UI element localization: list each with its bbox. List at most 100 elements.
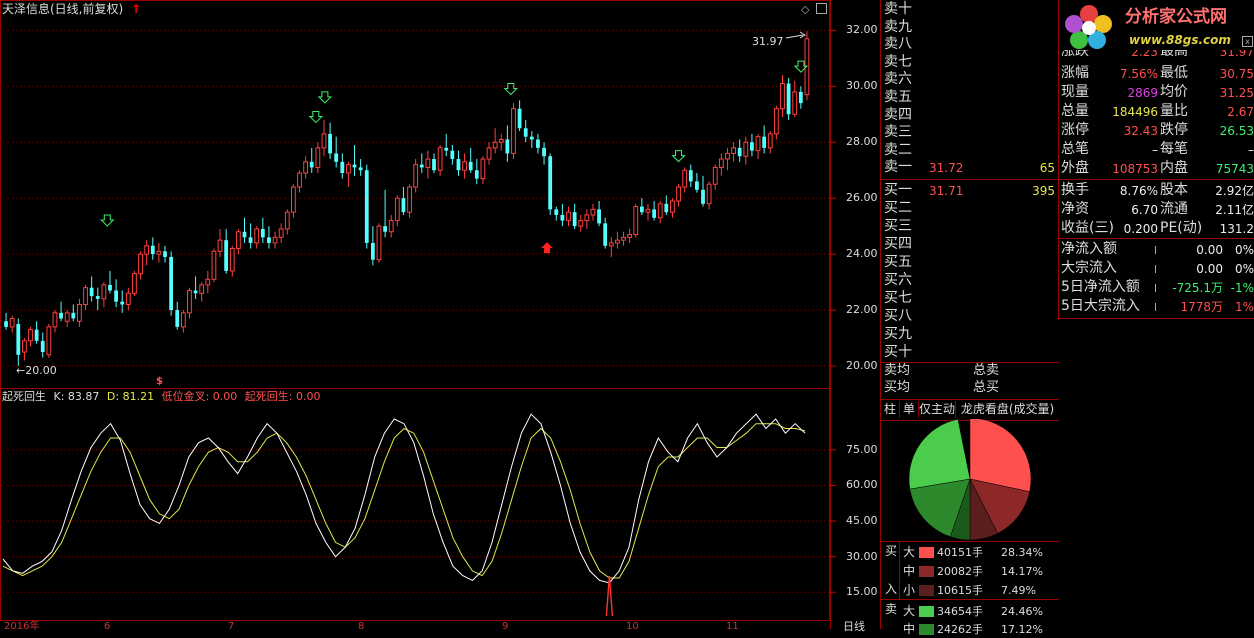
sell-level-row[interactable]: 卖二 [881, 142, 1059, 159]
buy-level-row[interactable]: 买七 [881, 290, 1059, 307]
candle-body [22, 340, 27, 353]
buy-level-row[interactable]: 买四 [881, 236, 1059, 253]
candle-body [95, 296, 100, 299]
indicator-tick-label: 30.00 [846, 549, 878, 563]
candle-body [542, 147, 546, 157]
candle-body [180, 312, 186, 328]
quote-label: 跌停 [1160, 122, 1188, 138]
kline-chart[interactable]: 天泽信息(日线,前复权) ↑ ◇ 31.97 ←20.00 32.00 30.00… [0, 0, 880, 632]
candle-body [737, 147, 742, 157]
chart-canvas[interactable] [0, 0, 880, 629]
color-swatch [919, 566, 934, 577]
fund-flow-row: 5日净流入额 -725.1万 -1% [1059, 279, 1254, 297]
buy-level-row[interactable]: 买五 [881, 254, 1059, 271]
buy-level-row[interactable]: 买六 [881, 272, 1059, 289]
candle-body [688, 170, 693, 182]
candle-body [615, 239, 620, 244]
candle-body [4, 321, 8, 327]
date-tick-label: 7 [228, 621, 235, 632]
diamond-icon[interactable]: ◇ [801, 3, 809, 16]
sell-total-label: 总卖 [973, 363, 1000, 378]
level-label: 买一 [884, 182, 912, 198]
order-book: 卖十 卖九 卖八 卖七 卖六 卖五 卖四 卖三 卖二 卖一 31.72 65 买一 31.71 395 买二… [880, 0, 1059, 400]
color-swatch [919, 585, 934, 596]
candle-body [242, 231, 247, 238]
price-tick-label: 30.00 [846, 79, 878, 93]
buy-side-label-2: 入 [885, 582, 898, 596]
candle-body [517, 108, 522, 129]
quote-row: 总笔 – 每笔 – [1059, 141, 1254, 159]
quote-row: 涨跌 2.23 最高 31.97 [1059, 50, 1254, 61]
level-volume: 395 [1032, 184, 1055, 198]
candle-body [278, 228, 284, 238]
quote-label: 每笔 [1160, 141, 1188, 157]
sell-level-row[interactable]: 卖四 [881, 107, 1059, 124]
sell-level-row[interactable]: 卖十 [881, 1, 1059, 18]
analysis-tabs: 柱 单 仅主动 龙虎看盘(成交量)涉 [880, 399, 1059, 421]
candle-body [480, 158, 486, 180]
candle-body [492, 141, 498, 149]
candle-body [394, 197, 400, 222]
sell-level-row[interactable]: 卖七 [881, 54, 1059, 71]
candle-body [505, 139, 510, 154]
candle-body [169, 256, 174, 311]
quote-value: 75743 [1215, 162, 1254, 176]
candle-body [205, 278, 211, 286]
candle-body [554, 209, 559, 215]
tab-active-only[interactable]: 仅主动 [919, 401, 956, 418]
sell-level-row[interactable]: 卖五 [881, 89, 1059, 106]
breakdown-row: 中 20082手 14.17% [901, 563, 1059, 580]
indicator-k: K: 83.87 [53, 390, 100, 403]
level-label: 买七 [884, 290, 912, 306]
tab-dragon-tiger[interactable]: 龙虎看盘(成交量)涉 [956, 401, 1059, 418]
stock-title-text: 天泽信息(日线,前复权) [2, 2, 124, 16]
candle-body [175, 310, 180, 327]
sell-level-row[interactable]: 卖六 [881, 71, 1059, 88]
candle-body [383, 226, 387, 232]
maximize-icon[interactable] [816, 3, 827, 14]
candle-body [28, 329, 33, 342]
breakdown-divider [899, 541, 900, 599]
indicator-legend: 起死回生 K: 83.87 D: 81.21 低位金叉: 0.00 起死回生: … [2, 391, 321, 402]
candle-body [786, 83, 791, 115]
buy-level-row[interactable]: 买八 [881, 308, 1059, 325]
buy-level-row[interactable]: 买十 [881, 344, 1059, 361]
candle-body [456, 159, 461, 171]
sell-level-row[interactable]: 卖九 [881, 19, 1059, 36]
candle-body [462, 161, 467, 171]
level-label: 卖一 [884, 159, 912, 176]
date-tick-label: 8 [358, 621, 365, 632]
flow-value: 0.00 [1196, 262, 1223, 276]
sell-level-row[interactable]: 卖三 [881, 124, 1059, 141]
quote-row: 现量 2869 均价 31.25 [1059, 84, 1254, 102]
quote-value: 184496 [1112, 105, 1158, 119]
candle-body [597, 209, 601, 224]
quote-divider [1059, 179, 1254, 180]
quote-value: 6.70 [1131, 203, 1158, 217]
buy-level-row[interactable]: 买一 31.71 395 [881, 182, 1059, 199]
flow-label: 5日大宗流入 [1061, 298, 1140, 314]
candle-body [645, 208, 651, 213]
pct-value: 14.17% [1001, 565, 1043, 578]
sell-level-row[interactable]: 卖八 [881, 36, 1059, 53]
buy-level-row[interactable]: 买九 [881, 326, 1059, 343]
level-label: 买三 [884, 218, 912, 234]
close-icon[interactable]: x [1242, 36, 1253, 47]
flow-value: 1778万 [1180, 300, 1223, 314]
quote-label: 流通 [1160, 201, 1188, 217]
tab-single[interactable]: 单 [900, 401, 919, 418]
quote-label: 收益(三) [1061, 220, 1114, 236]
price-tick-label: 32.00 [846, 23, 878, 37]
quote-row: 涨停 32.43 跌停 26.53 [1059, 122, 1254, 140]
candle-body [444, 147, 449, 151]
quote-label: 换手 [1061, 182, 1089, 198]
candle-body [150, 245, 155, 255]
tab-bar[interactable]: 柱 [881, 401, 900, 418]
buy-level-row[interactable]: 买三 [881, 218, 1059, 235]
candle-body [64, 312, 70, 322]
buy-level-row[interactable]: 买二 [881, 200, 1059, 217]
sell-level-row[interactable]: 卖一 31.72 65 [881, 159, 1059, 176]
period-label[interactable]: 日线 [843, 621, 865, 632]
date-tick-label: 10 [626, 621, 639, 632]
indicator-cross: 低位金叉: 0.00 [161, 390, 238, 403]
